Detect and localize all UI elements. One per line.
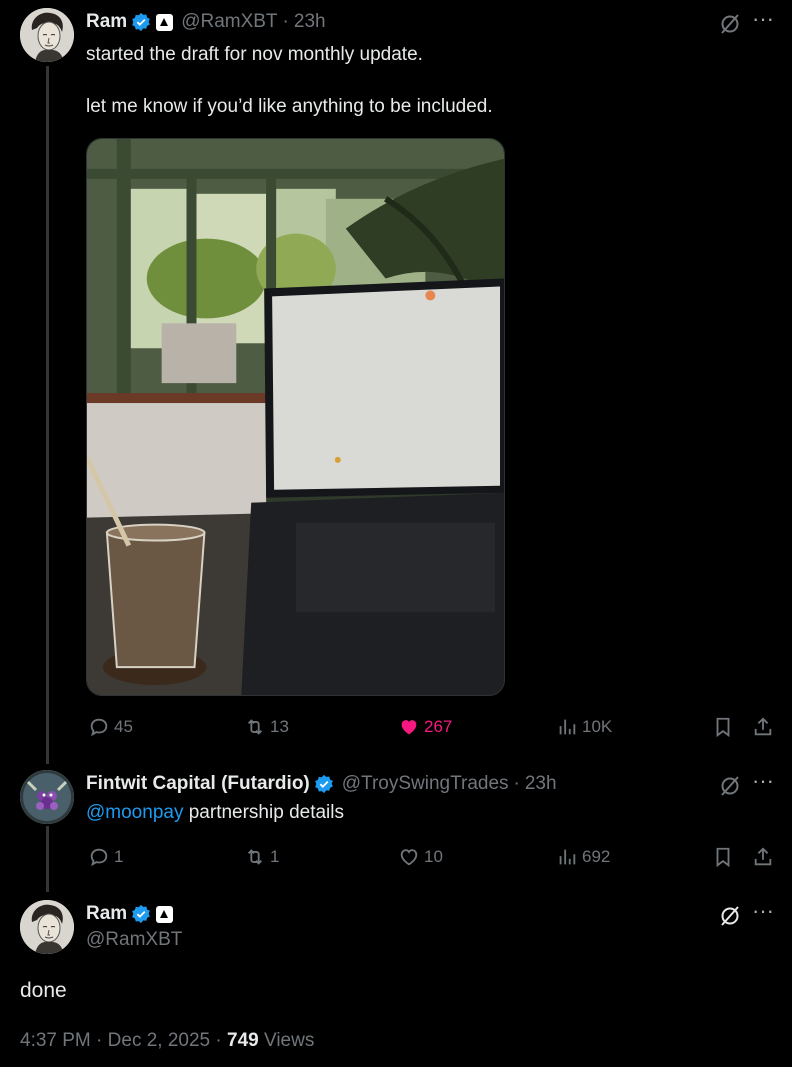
author-name[interactable]: Fintwit Capital (Futardio) — [86, 773, 310, 795]
share-icon[interactable] — [752, 846, 774, 868]
like-count: 10 — [424, 847, 443, 866]
reply-count: 45 — [114, 717, 133, 736]
author-handle[interactable]: @RamXBT — [86, 929, 182, 951]
views-button[interactable]: 692 — [556, 846, 610, 868]
bookmark-icon[interactable] — [712, 846, 734, 868]
post-text-line: started the draft for nov monthly update… — [86, 44, 423, 65]
post-header: Ram — [86, 903, 174, 925]
handle-row: @RamXBT — [86, 929, 182, 951]
author-handle[interactable]: @TroySwingTrades — [342, 773, 509, 795]
repost-count: 1 — [270, 847, 280, 866]
repost-button[interactable]: 13 — [244, 716, 289, 738]
heart-outline-icon — [400, 849, 418, 866]
more-options-icon[interactable]: ··· — [752, 900, 774, 922]
avatar[interactable] — [20, 900, 74, 954]
thread-connector-line — [46, 826, 49, 892]
repost-icon — [247, 849, 263, 865]
repost-icon — [247, 719, 263, 735]
post-text: @moonpay partnership details — [86, 801, 344, 825]
post-image[interactable] — [86, 138, 505, 696]
post-text-body: partnership details — [183, 802, 344, 823]
separator: · — [96, 1030, 103, 1051]
verified-badge-icon — [314, 774, 334, 794]
grok-icon[interactable] — [718, 904, 742, 928]
mention-link[interactable]: @moonpay — [86, 802, 183, 823]
grok-icon[interactable] — [718, 12, 742, 36]
reply-button[interactable]: 45 — [88, 716, 133, 738]
timestamp[interactable]: 23h — [294, 11, 326, 33]
repost-button[interactable]: 1 — [244, 846, 279, 868]
reply-button[interactable]: 1 — [88, 846, 123, 868]
author-name[interactable]: Ram — [86, 903, 127, 925]
reply-icon — [90, 718, 108, 737]
author-name[interactable]: Ram — [86, 11, 127, 33]
views-button[interactable]: 10K — [556, 716, 612, 738]
post-date[interactable]: Dec 2, 2025 — [108, 1030, 210, 1051]
view-count: 10K — [582, 717, 613, 736]
separator: · — [215, 1030, 222, 1051]
author-handle[interactable]: @RamXBT — [181, 11, 277, 33]
timestamp[interactable]: 23h — [525, 773, 557, 795]
post-text: done — [20, 979, 67, 1002]
verified-badge-icon — [131, 12, 151, 32]
like-button[interactable]: 10 — [398, 846, 443, 868]
post-text-line: let me know if you’d like anything to be… — [86, 96, 493, 117]
like-count: 267 — [424, 717, 453, 736]
like-button[interactable]: 267 — [398, 716, 452, 738]
grok-icon[interactable] — [718, 774, 742, 798]
views-count: 749 — [227, 1030, 259, 1051]
more-options-icon[interactable]: ··· — [752, 8, 774, 30]
heart-filled-icon — [401, 720, 417, 735]
avatar[interactable] — [20, 8, 74, 62]
views-label: Views — [264, 1030, 315, 1051]
post-header: Ram @RamXBT · 23h — [86, 11, 326, 33]
post-metadata: 4:37 PM · Dec 2, 2025 · 749 Views — [20, 1030, 314, 1052]
repost-count: 13 — [270, 717, 289, 736]
avatar[interactable] — [20, 770, 74, 824]
reply-count: 1 — [114, 847, 124, 866]
verified-badge-icon — [131, 904, 151, 924]
view-count: 692 — [582, 847, 611, 866]
analytics-icon — [559, 849, 576, 865]
affiliation-badge-icon — [156, 13, 174, 31]
analytics-icon — [559, 719, 576, 735]
thread-connector-line — [46, 66, 49, 764]
separator: · — [513, 773, 520, 794]
bookmark-icon[interactable] — [712, 716, 734, 738]
more-options-icon[interactable]: ··· — [752, 770, 774, 792]
post-time[interactable]: 4:37 PM — [20, 1030, 91, 1051]
share-icon[interactable] — [752, 716, 774, 738]
separator: · — [282, 11, 289, 32]
post-header: Fintwit Capital (Futardio) @TroySwingTra… — [86, 773, 557, 795]
affiliation-badge-icon — [156, 905, 174, 923]
reply-icon — [90, 848, 108, 867]
